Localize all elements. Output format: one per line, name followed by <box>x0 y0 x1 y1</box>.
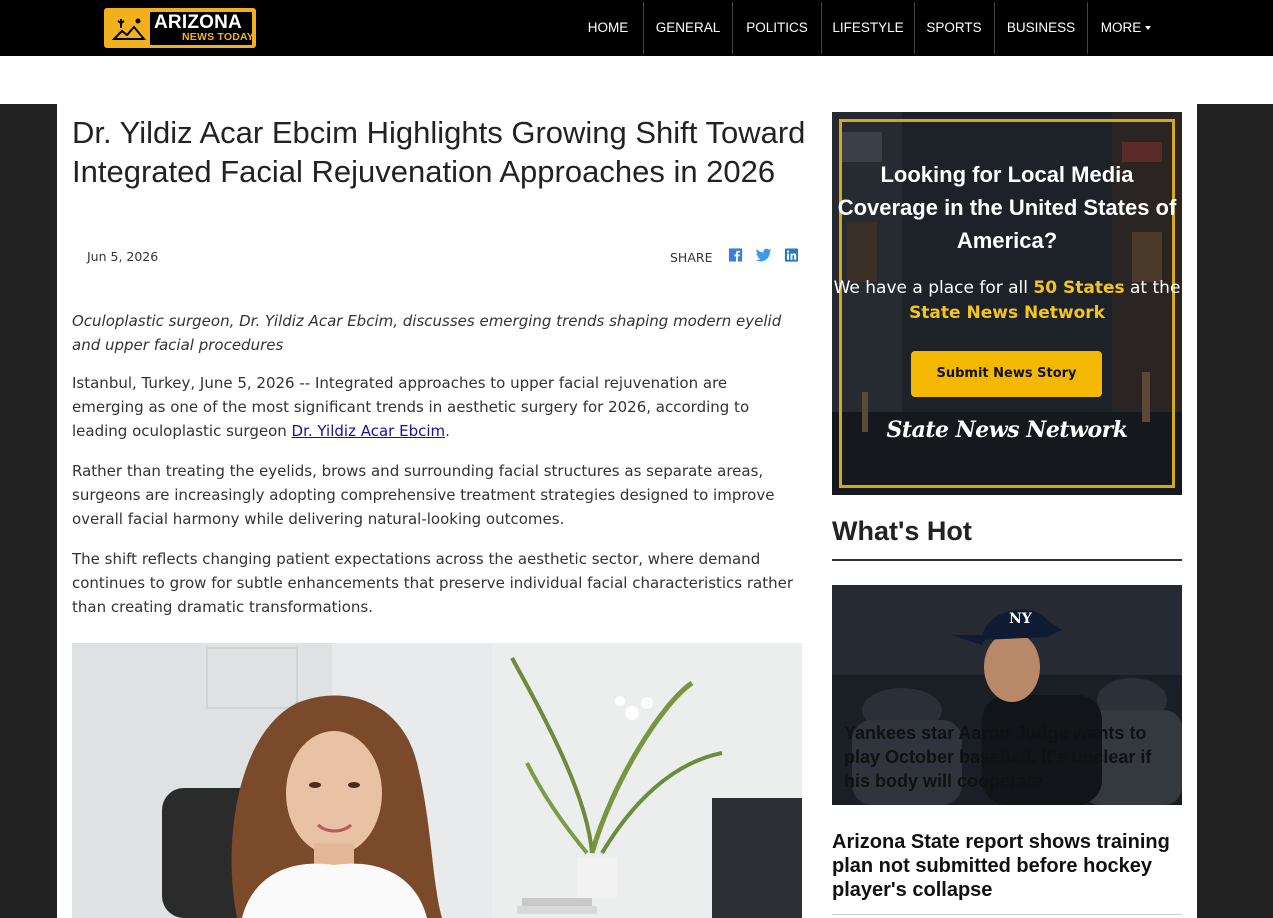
caret-down-icon <box>1145 26 1152 31</box>
twitter-icon[interactable] <box>755 247 772 263</box>
article-lede: Oculoplastic surgeon, Dr. Yildiz Acar Eb… <box>72 312 782 354</box>
state-news-network-ad[interactable]: Looking for Local Media Coverage in the … <box>832 112 1182 495</box>
doctor-portrait-illustration <box>72 643 802 918</box>
nav-divider <box>732 2 733 54</box>
share-label: SHARE <box>670 250 713 265</box>
submit-news-story-button[interactable]: Submit News Story <box>911 351 1102 397</box>
article-paragraph-2: Rather than treating the eyelids, brows … <box>72 462 775 528</box>
site-logo[interactable]: ARIZONA NEWS TODAY <box>104 8 256 48</box>
nav-more-label: MORE <box>1100 20 1142 35</box>
logo-subtitle: NEWS TODAY <box>182 31 255 43</box>
facebook-icon[interactable] <box>728 247 743 263</box>
linkedin-icon[interactable] <box>784 247 799 263</box>
article-paragraph-3: The shift reflects changing patient expe… <box>72 550 794 616</box>
paragraph-text: . <box>445 422 450 440</box>
article-date: Jun 5, 2026 <box>87 249 159 264</box>
ad-text: at the <box>1124 278 1181 298</box>
nav-divider <box>821 2 822 54</box>
article-title: Dr. Yildiz Acar Ebcim Highlights Growing… <box>72 115 806 189</box>
nav-divider <box>994 2 995 54</box>
ad-highlight: 50 States <box>1033 278 1125 298</box>
nav-sports[interactable]: SPORTS <box>922 0 986 56</box>
nav-divider <box>643 2 644 54</box>
article-paragraph-1: Istanbul, Turkey, June 5, 2026 -- Integr… <box>72 371 802 443</box>
nav-divider <box>914 2 915 54</box>
hot-story-link[interactable]: Arizona State report shows training plan… <box>832 830 1182 902</box>
desert-logo-icon <box>112 15 146 42</box>
top-nav-bar: ARIZONA NEWS TODAY HOME GENERAL POLITICS… <box>0 0 1273 56</box>
nav-business[interactable]: BUSINESS <box>1002 0 1080 56</box>
ad-headline: Looking for Local Media Coverage in the … <box>837 162 1177 253</box>
ad-text: We have a place for all <box>833 278 1034 298</box>
page-gutter-right <box>1197 104 1273 918</box>
nav-politics[interactable]: POLITICS <box>740 0 814 56</box>
featured-hot-story[interactable]: NY Yankees star Aaron Judge wants to pla… <box>832 585 1182 805</box>
page-gutter-left <box>0 104 57 918</box>
story-divider <box>832 914 1182 915</box>
svg-text:NY: NY <box>1009 611 1033 627</box>
nav-lifestyle[interactable]: LIFESTYLE <box>828 0 908 56</box>
whats-hot-heading: What's Hot <box>832 516 972 546</box>
nav-divider <box>1087 2 1088 54</box>
ad-body: We have a place for all 50 States at the… <box>832 276 1182 326</box>
author-link[interactable]: Dr. Yildiz Acar Ebcim <box>292 422 446 440</box>
article-photo <box>72 643 802 918</box>
nav-home[interactable]: HOME <box>579 0 637 56</box>
featured-story-caption: Yankees star Aaron Judge wants to play O… <box>844 723 1152 791</box>
nav-more[interactable]: MORE <box>1094 0 1158 56</box>
ad-brand-wordmark: State News Network <box>886 417 1128 443</box>
section-divider <box>832 559 1182 561</box>
nav-general[interactable]: GENERAL <box>650 0 726 56</box>
ad-highlight: State News Network <box>909 303 1105 323</box>
